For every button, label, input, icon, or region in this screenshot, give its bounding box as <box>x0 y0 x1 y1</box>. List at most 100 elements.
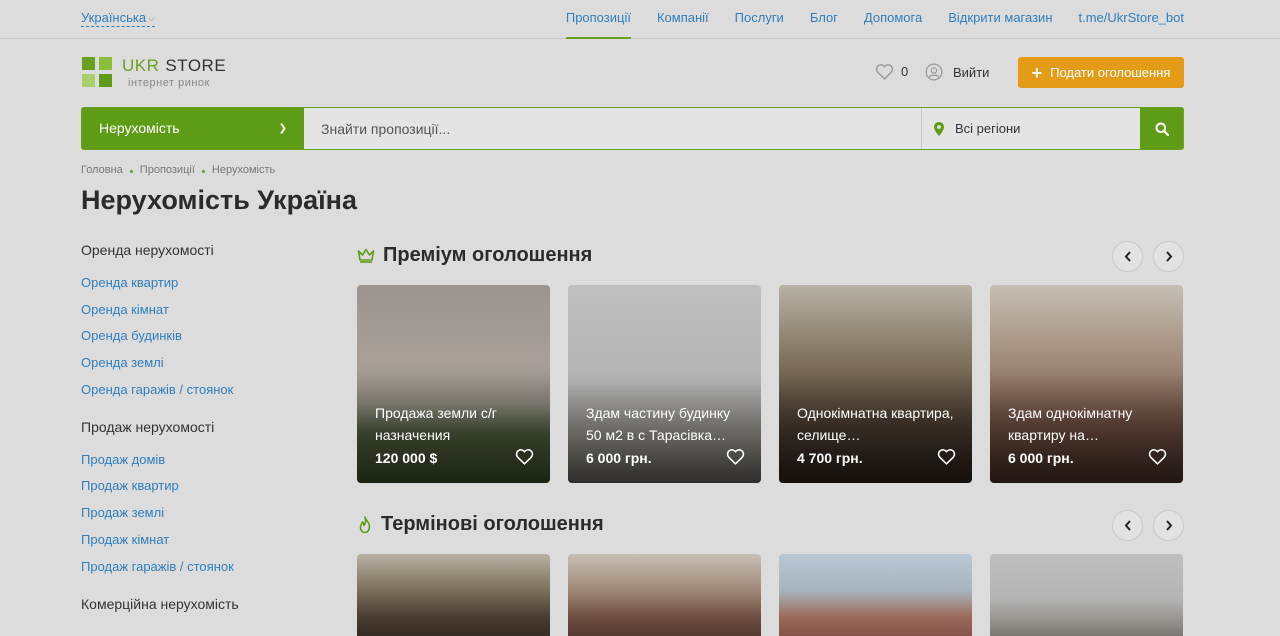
urgent-section-header: Термінові оголошення <box>357 513 604 536</box>
sidebar-link-sale-houses[interactable]: Продаж домів <box>81 452 331 468</box>
sidebar: Оренда нерухомості Оренда квартир Оренда… <box>81 242 331 636</box>
breadcrumb-current: Нерухомість <box>211 164 276 176</box>
urgent-prev-button[interactable] <box>1112 510 1143 541</box>
page-title: Нерухомість Україна <box>81 185 357 215</box>
logo-subtitle: інтернет ринок <box>128 77 210 89</box>
breadcrumb-offers[interactable]: Пропозиції <box>140 164 195 176</box>
premium-card[interactable]: Продажа земли с/г назначения 120 000 $ <box>357 285 550 483</box>
language-label: Українська <box>81 10 147 25</box>
premium-card[interactable]: Однокімнатна квартира, селище… 4 700 грн… <box>779 285 972 483</box>
chevron-left-icon <box>1124 520 1131 531</box>
favorites-count: 0 <box>901 64 909 79</box>
favorites-button[interactable]: 0 <box>875 63 908 80</box>
top-nav-blog[interactable]: Блог <box>810 0 838 39</box>
top-nav: Пропозиції Компанії Послуги Блог Допомог… <box>540 0 1184 39</box>
urgent-next-button[interactable] <box>1153 510 1184 541</box>
heart-icon[interactable] <box>1148 448 1167 465</box>
heart-icon[interactable] <box>515 448 534 465</box>
chevron-right-icon <box>1165 251 1172 262</box>
chevron-down-icon: ❯ <box>278 123 287 134</box>
logo-store: STORE <box>165 56 227 75</box>
sidebar-link-sale-rooms[interactable]: Продаж кімнат <box>81 532 331 548</box>
sidebar-link-rent-garages[interactable]: Оренда гаражів / стоянок <box>81 382 331 398</box>
chevron-right-icon <box>1165 520 1172 531</box>
login-label: Вийти <box>953 64 990 80</box>
language-selector[interactable]: Українська ⌵ <box>81 11 155 27</box>
heart-icon[interactable] <box>726 448 745 465</box>
login-button[interactable]: Вийти <box>925 63 989 81</box>
logo-text: UKR STORE <box>122 57 226 75</box>
premium-card[interactable]: Здам частину будинку 50 м2 в с Тарасівка… <box>568 285 761 483</box>
breadcrumb-separator <box>201 169 205 173</box>
card-title: Продажа земли с/г назначения <box>375 405 497 443</box>
sidebar-group-sale: Продаж нерухомості Продаж домів Продаж к… <box>81 419 331 575</box>
top-bar: Українська ⌵ Пропозиції Компанії Послуги … <box>0 0 1280 39</box>
breadcrumb-home[interactable]: Головна <box>81 164 123 176</box>
top-nav-open-shop[interactable]: Відкрити магазин <box>948 0 1052 39</box>
chevron-left-icon <box>1124 251 1131 262</box>
heart-icon <box>875 64 894 80</box>
user-icon <box>925 63 943 81</box>
premium-section-header: Преміум оголошення <box>357 244 592 267</box>
sidebar-heading-commercial: Комерційна нерухомість <box>81 595 239 612</box>
flame-icon <box>359 515 371 533</box>
region-select[interactable]: Всі регіони <box>921 108 1141 149</box>
search-input[interactable] <box>304 108 921 149</box>
logo-mark <box>82 57 95 70</box>
card-price: 120 000 $ <box>375 450 438 466</box>
premium-cards: Продажа земли с/г назначения 120 000 $ З… <box>357 285 1183 483</box>
map-pin-icon <box>934 121 944 136</box>
category-select-label: Нерухомість <box>99 120 180 136</box>
plus-icon: + <box>1031 62 1043 83</box>
premium-carousel-controls <box>1112 241 1184 272</box>
card-title: Здам частину будинку 50 м2 в с Тарасівка… <box>586 405 731 443</box>
search-icon <box>1155 122 1169 136</box>
top-nav-help[interactable]: Допомога <box>864 0 922 39</box>
sidebar-link-sale-garages[interactable]: Продаж гаражів / стоянок <box>81 559 331 575</box>
logo-ukr: UKR <box>122 56 160 75</box>
region-label: Всі регіони <box>955 121 1021 136</box>
search-bar: Нерухомість ❯ Всі регіони <box>81 107 1184 150</box>
logo-mark-square <box>99 74 112 87</box>
sidebar-link-rent-land[interactable]: Оренда землі <box>81 355 331 371</box>
card-title: Однокімнатна квартира, селище… <box>797 405 954 443</box>
sidebar-heading-sale: Продаж нерухомості <box>81 418 215 435</box>
site-logo[interactable]: UKR STORE інтернет ринок <box>82 57 226 91</box>
card-price: 4 700 грн. <box>797 450 863 466</box>
urgent-card[interactable] <box>779 554 972 636</box>
logo-mark-square <box>82 74 95 87</box>
premium-next-button[interactable] <box>1153 241 1184 272</box>
sidebar-link-rent-houses[interactable]: Оренда будинків <box>81 328 331 344</box>
category-select[interactable]: Нерухомість ❯ <box>82 108 304 149</box>
urgent-card[interactable] <box>568 554 761 636</box>
crown-icon <box>357 248 375 263</box>
top-nav-companies[interactable]: Компанії <box>657 0 709 39</box>
sidebar-link-rent-apartments[interactable]: Оренда квартир <box>81 275 331 291</box>
urgent-carousel-controls <box>1112 510 1184 541</box>
card-title: Здам однокімнатну квартиру на… <box>1008 405 1133 443</box>
card-price: 6 000 грн. <box>1008 450 1074 466</box>
sidebar-link-sale-land[interactable]: Продаж землі <box>81 505 331 521</box>
urgent-cards <box>357 554 1183 636</box>
sidebar-link-rent-rooms[interactable]: Оренда кімнат <box>81 302 331 318</box>
premium-prev-button[interactable] <box>1112 241 1143 272</box>
search-button[interactable] <box>1140 108 1183 149</box>
card-price: 6 000 грн. <box>586 450 652 466</box>
post-ad-button[interactable]: + Подати оголошення <box>1018 57 1184 88</box>
top-nav-services[interactable]: Послуги <box>735 0 784 39</box>
breadcrumb: Головна Пропозиції Нерухомість <box>81 164 275 176</box>
breadcrumb-separator <box>129 169 133 173</box>
top-nav-telegram-bot[interactable]: t.me/UkrStore_bot <box>1079 0 1185 39</box>
urgent-card[interactable] <box>357 554 550 636</box>
premium-section-title: Преміум оголошення <box>383 244 593 266</box>
heart-icon[interactable] <box>937 448 956 465</box>
sidebar-link-sale-apartments[interactable]: Продаж квартир <box>81 478 331 494</box>
chevron-down-icon: ⌵ <box>148 13 155 23</box>
urgent-card[interactable] <box>990 554 1183 636</box>
logo-mark-square <box>99 57 112 70</box>
sidebar-group-commercial: Комерційна нерухомість <box>81 596 331 616</box>
urgent-section-title: Термінові оголошення <box>381 513 604 535</box>
top-nav-offers[interactable]: Пропозиції <box>565 0 632 39</box>
premium-card[interactable]: Здам однокімнатну квартиру на… 6 000 грн… <box>990 285 1183 483</box>
post-ad-label: Подати оголошення <box>1050 65 1171 80</box>
